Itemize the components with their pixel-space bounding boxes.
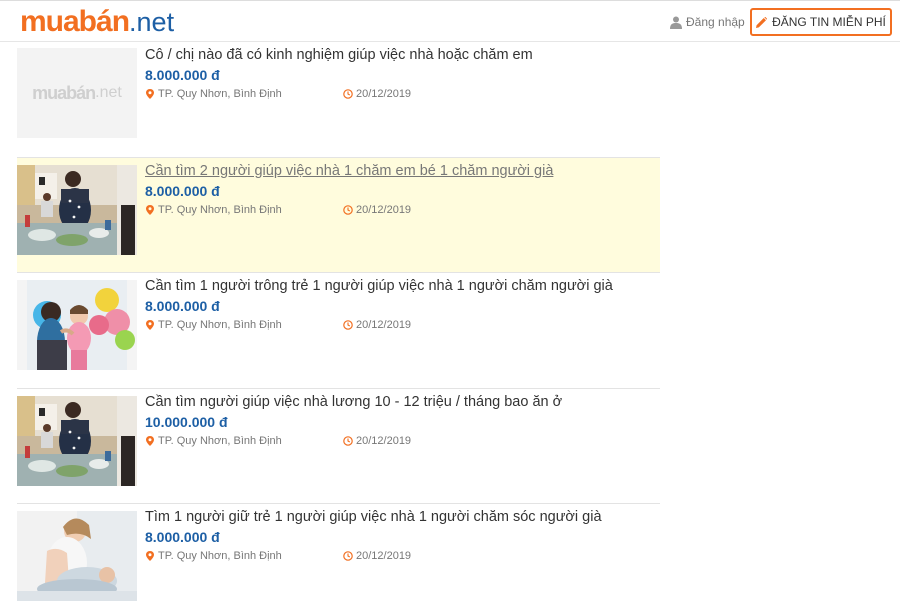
logo-main-text: muabán	[20, 5, 130, 38]
clock-icon	[343, 320, 353, 330]
listing-info: Tìm 1 người giữ trẻ 1 người giúp việc nh…	[145, 507, 660, 568]
listing-info: Cần tìm người giúp việc nhà lương 10 - 1…	[145, 392, 660, 453]
placeholder-logo-main: muabán	[32, 82, 96, 103]
listing-title[interactable]: Cần tìm người giúp việc nhà lương 10 - 1…	[145, 392, 660, 412]
listing-info: Cần tìm 2 người giúp việc nhà 1 chăm em …	[145, 161, 660, 222]
listing-location-text: TP. Quy Nhơn, Bình Định	[158, 203, 282, 216]
listing-date-text: 20/12/2019	[356, 203, 412, 216]
listing-location: TP. Quy Nhơn, Bình Định	[145, 319, 282, 331]
listing-price: 8.000.000 đ	[145, 298, 220, 314]
login-link[interactable]: Đăng nhập	[670, 13, 745, 31]
listing-info: Cần tìm 1 người trông trẻ 1 người giúp v…	[145, 276, 660, 337]
listing-thumbnail[interactable]: muabán .net	[17, 48, 137, 138]
listing-location-text: TP. Quy Nhơn, Bình Định	[158, 434, 282, 447]
site-logo[interactable]: muabán.net	[20, 4, 174, 40]
logo-tld-text: .net	[129, 7, 175, 37]
map-pin-icon	[146, 89, 154, 99]
listing-list: muabán .net Cô / chị nào đã có kinh nghiệ…	[17, 42, 660, 614]
placeholder-logo-image: muabán .net	[17, 48, 137, 138]
clock-icon	[343, 551, 353, 561]
map-pin-icon	[146, 551, 154, 561]
clock-icon	[343, 204, 353, 215]
listing-title[interactable]: Cô / chị nào đã có kinh nghiệm giúp việc…	[145, 45, 660, 65]
listing-thumbnail[interactable]	[17, 395, 137, 486]
listing-location-text: TP. Quy Nhơn, Bình Định	[158, 319, 282, 331]
listing-thumbnail[interactable]	[17, 280, 137, 370]
login-label: Đăng nhập	[686, 15, 745, 29]
listing-item[interactable]: Cần tìm 1 người trông trẻ 1 người giúp v…	[17, 273, 660, 389]
listing-price: 8.000.000 đ	[145, 182, 220, 199]
listing-info: Cô / chị nào đã có kinh nghiệm giúp việc…	[145, 45, 660, 106]
clock-icon	[343, 89, 353, 99]
listing-date: 20/12/2019	[343, 88, 411, 100]
clock-icon	[343, 435, 353, 446]
listing-date: 20/12/2019	[343, 319, 411, 331]
listing-location-text: TP. Quy Nhơn, Bình Định	[158, 88, 282, 100]
listing-title[interactable]: Cần tìm 1 người trông trẻ 1 người giúp v…	[145, 276, 660, 296]
listing-price: 10.000.000 đ	[145, 413, 228, 430]
listing-location: TP. Quy Nhơn, Bình Định	[145, 435, 282, 447]
pencil-icon	[756, 16, 768, 28]
listing-date: 20/12/2019	[343, 204, 411, 216]
listing-meta: TP. Quy Nhơn, Bình Định 20/12/2019	[145, 435, 660, 453]
listing-location: TP. Quy Nhơn, Bình Định	[145, 204, 282, 216]
listing-meta: TP. Quy Nhơn, Bình Định 20/12/2019	[145, 204, 660, 222]
listing-date: 20/12/2019	[343, 550, 411, 562]
listing-item[interactable]: muabán .net Cô / chị nào đã có kinh nghiệ…	[17, 42, 660, 158]
kitchen-photo	[17, 395, 137, 486]
map-pin-icon	[146, 204, 154, 215]
listing-location: TP. Quy Nhơn, Bình Định	[145, 88, 282, 100]
map-pin-icon	[146, 435, 154, 446]
listing-title[interactable]: Tìm 1 người giữ trẻ 1 người giúp việc nh…	[145, 507, 660, 527]
listing-date-text: 20/12/2019	[356, 319, 412, 331]
listing-item[interactable]: Tìm 1 người giữ trẻ 1 người giúp việc nh…	[17, 504, 660, 614]
child-balloons-photo	[17, 280, 137, 370]
top-header: muabán.net Đăng nhập ĐĂNG TIN MIỄN PHÍ	[0, 0, 900, 42]
listing-thumbnail[interactable]	[17, 511, 137, 601]
listing-item[interactable]: Cần tìm 2 người giúp việc nhà 1 chăm em …	[17, 157, 660, 273]
listing-meta: TP. Quy Nhơn, Bình Định 20/12/2019	[145, 319, 660, 337]
listing-date-text: 20/12/2019	[356, 550, 412, 562]
listing-item[interactable]: Cần tìm người giúp việc nhà lương 10 - 1…	[17, 389, 660, 504]
listing-title[interactable]: Cần tìm 2 người giúp việc nhà 1 chăm em …	[145, 161, 660, 181]
caregiver-photo	[17, 511, 137, 601]
post-free-listing-button[interactable]: ĐĂNG TIN MIỄN PHÍ	[750, 8, 892, 36]
listing-date-text: 20/12/2019	[356, 434, 412, 447]
listing-location: TP. Quy Nhơn, Bình Định	[145, 550, 282, 562]
listing-date: 20/12/2019	[343, 435, 411, 447]
listing-date-text: 20/12/2019	[356, 88, 412, 100]
listing-meta: TP. Quy Nhơn, Bình Định 20/12/2019	[145, 88, 660, 106]
user-icon	[670, 16, 682, 29]
post-button-label: ĐĂNG TIN MIỄN PHÍ	[772, 15, 886, 29]
listing-price: 8.000.000 đ	[145, 529, 220, 545]
listing-thumbnail[interactable]	[17, 164, 137, 255]
listing-location-text: TP. Quy Nhơn, Bình Định	[158, 550, 282, 562]
map-pin-icon	[146, 320, 154, 330]
placeholder-logo-tld: .net	[95, 84, 122, 101]
listing-meta: TP. Quy Nhơn, Bình Định 20/12/2019	[145, 550, 660, 568]
kitchen-photo	[17, 164, 137, 255]
listing-price: 8.000.000 đ	[145, 67, 220, 83]
